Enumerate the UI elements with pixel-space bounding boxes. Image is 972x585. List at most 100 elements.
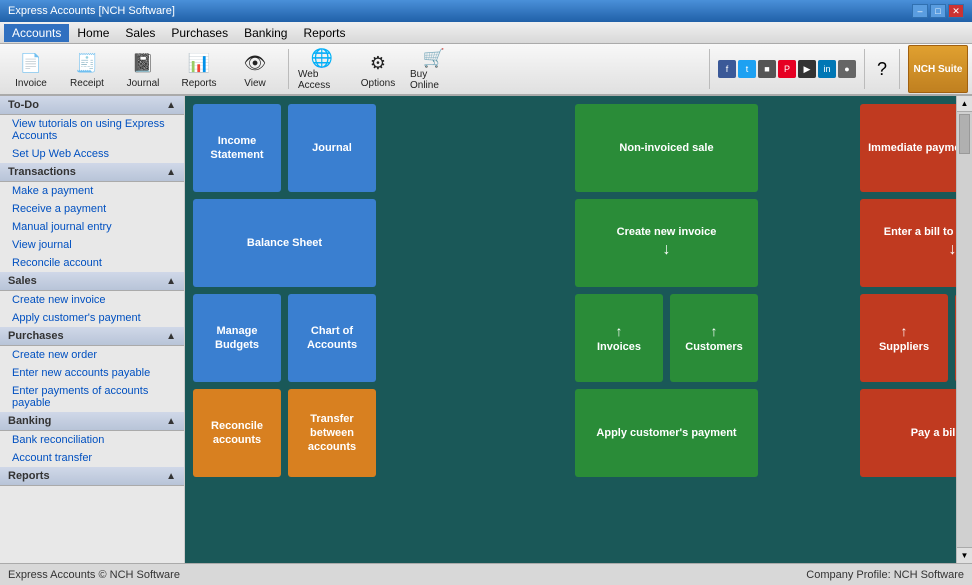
journal-label: Journal	[127, 78, 160, 89]
view-icon: 👁	[241, 50, 269, 78]
sidebar-section-transactions: Transactions ▲ Make a payment Receive a …	[0, 163, 184, 272]
spacer-r2c6	[765, 199, 853, 287]
sidebar-header-purchases[interactable]: Purchases ▲	[0, 327, 184, 346]
sidebar-link-create-order[interactable]: Create new order	[0, 346, 184, 364]
menu-reports[interactable]: Reports	[295, 24, 353, 42]
sidebar-link-create-invoice[interactable]: Create new invoice	[0, 291, 184, 309]
sidebar-link-bank-recon[interactable]: Bank reconciliation	[0, 431, 184, 449]
buyonline-icon: 🛒	[420, 48, 448, 69]
nch-suite-button[interactable]: NCH Suite	[908, 45, 968, 93]
sidebar-link-enter-payments-ap[interactable]: Enter payments of accounts payable	[0, 382, 184, 412]
sidebar-link-setup-web[interactable]: Set Up Web Access	[0, 145, 184, 163]
sidebar-transactions-label: Transactions	[8, 166, 76, 178]
status-right: Company Profile: NCH Software	[806, 569, 964, 581]
tile-transfer-accounts[interactable]: Transfer between accounts	[288, 389, 376, 477]
webaccess-button[interactable]: 🌐 Web Access	[295, 45, 349, 93]
receipt-label: Receipt	[70, 78, 104, 89]
todo-chevron: ▲	[166, 100, 176, 111]
tile-create-new-invoice[interactable]: Create new invoice ↓	[575, 199, 758, 287]
sales-chevron: ▲	[166, 276, 176, 287]
spacer-r3c6	[765, 294, 853, 382]
account-summary-panel: Checking Account: $1,046.50 Savings Acco…	[955, 294, 956, 563]
social4-icon[interactable]: P	[778, 60, 796, 78]
menu-bar: Accounts Home Sales Purchases Banking Re…	[0, 22, 972, 44]
linkedin-icon[interactable]: in	[818, 60, 836, 78]
tile-non-invoiced-sale[interactable]: Non-invoiced sale	[575, 104, 758, 192]
maximize-button[interactable]: □	[930, 4, 946, 18]
minimize-button[interactable]: –	[912, 4, 928, 18]
tile-apply-customer-payment[interactable]: Apply customer's payment	[575, 389, 758, 477]
tile-immediate-payment[interactable]: Immediate payment or purchase	[860, 104, 956, 192]
sidebar-link-enter-ap[interactable]: Enter new accounts payable	[0, 364, 184, 382]
sidebar-banking-label: Banking	[8, 415, 51, 427]
arrow-up-suppliers: ↑	[901, 322, 908, 340]
tile-suppliers[interactable]: ↑ Suppliers	[860, 294, 948, 382]
menu-purchases[interactable]: Purchases	[163, 24, 236, 42]
facebook-icon[interactable]: f	[718, 60, 736, 78]
help-icon[interactable]: ?	[873, 59, 891, 80]
buyonline-button[interactable]: 🛒 Buy Online	[407, 45, 461, 93]
tile-manage-budgets[interactable]: Manage Budgets	[193, 294, 281, 382]
social7-icon[interactable]: ●	[838, 60, 856, 78]
sidebar-link-receive-payment[interactable]: Receive a payment	[0, 200, 184, 218]
menu-sales[interactable]: Sales	[117, 24, 163, 42]
sidebar-header-todo[interactable]: To-Do ▲	[0, 96, 184, 115]
reports-button[interactable]: 📊 Reports	[172, 45, 226, 93]
scroll-up-button[interactable]: ▲	[957, 96, 972, 112]
dashboard-grid: Income Statement Journal Non-invoiced sa…	[193, 104, 948, 555]
tile-configure[interactable]: Configure Express Account (Options)	[955, 104, 956, 192]
dashboard-area: Income Statement Journal Non-invoiced sa…	[185, 96, 956, 563]
social3-icon[interactable]: ■	[758, 60, 776, 78]
buyonline-label: Buy Online	[410, 69, 458, 91]
menu-home[interactable]: Home	[69, 24, 117, 42]
tile-reconcile-accounts[interactable]: Reconcile accounts	[193, 389, 281, 477]
sidebar-link-tutorials[interactable]: View tutorials on using Express Accounts	[0, 115, 184, 145]
webaccess-label: Web Access	[298, 69, 346, 91]
tile-enter-bill[interactable]: Enter a bill to be paid later ↓	[860, 199, 956, 287]
arrow-down-bill: ↓	[949, 240, 957, 261]
receipt-button[interactable]: 🧾 Receipt	[60, 45, 114, 93]
tile-journal[interactable]: Journal	[288, 104, 376, 192]
tile-chart-of-accounts[interactable]: Chart of Accounts	[288, 294, 376, 382]
sidebar-link-account-transfer[interactable]: Account transfer	[0, 449, 184, 467]
tile-balance-sheet[interactable]: Balance Sheet	[193, 199, 376, 287]
webaccess-icon: 🌐	[308, 48, 336, 69]
sidebar-link-make-payment[interactable]: Make a payment	[0, 182, 184, 200]
scroll-thumb[interactable]	[959, 114, 970, 154]
spacer-r3c3	[383, 294, 568, 382]
sidebar-header-transactions[interactable]: Transactions ▲	[0, 163, 184, 182]
spacer-r5c4	[575, 484, 853, 563]
close-button[interactable]: ✕	[948, 4, 964, 18]
options-button[interactable]: ⚙ Options	[351, 45, 405, 93]
sidebar-header-reports[interactable]: Reports ▲	[0, 467, 184, 486]
twitter-icon[interactable]: t	[738, 60, 756, 78]
sidebar-purchases-label: Purchases	[8, 330, 64, 342]
reports-chevron: ▲	[166, 471, 176, 482]
toolbar-sep-3	[864, 49, 865, 89]
sidebar-link-customer-payment[interactable]: Apply customer's payment	[0, 309, 184, 327]
sidebar-header-sales[interactable]: Sales ▲	[0, 272, 184, 291]
toolbar-right: f t ■ P ▶ in ● ? NCH Suite	[705, 45, 968, 93]
tile-pay-bill[interactable]: Pay a bill previously entered	[860, 389, 956, 477]
toolbar-sep-4	[899, 49, 900, 89]
spacer-r1c6	[765, 104, 853, 192]
journal-icon: 📓	[129, 50, 157, 78]
sidebar-link-view-journal[interactable]: View journal	[0, 236, 184, 254]
social5-icon[interactable]: ▶	[798, 60, 816, 78]
menu-accounts[interactable]: Accounts	[4, 24, 69, 42]
sidebar-header-banking[interactable]: Banking ▲	[0, 412, 184, 431]
menu-banking[interactable]: Banking	[236, 24, 295, 42]
sidebar-link-reconcile[interactable]: Reconcile account	[0, 254, 184, 272]
view-button[interactable]: 👁 View	[228, 45, 282, 93]
status-left: Express Accounts © NCH Software	[8, 569, 806, 581]
sidebar-link-manual-journal[interactable]: Manual journal entry	[0, 218, 184, 236]
journal-button[interactable]: 📓 Journal	[116, 45, 170, 93]
tile-invoices[interactable]: ↑ Invoices	[575, 294, 663, 382]
scroll-down-button[interactable]: ▼	[957, 547, 972, 563]
app-title: Express Accounts [NCH Software]	[8, 5, 912, 17]
tile-customers[interactable]: ↑ Customers	[670, 294, 758, 382]
invoice-button[interactable]: 📄 Invoice	[4, 45, 58, 93]
sidebar-section-todo: To-Do ▲ View tutorials on using Express …	[0, 96, 184, 163]
tile-income-statement[interactable]: Income Statement	[193, 104, 281, 192]
view-label: View	[244, 78, 266, 89]
